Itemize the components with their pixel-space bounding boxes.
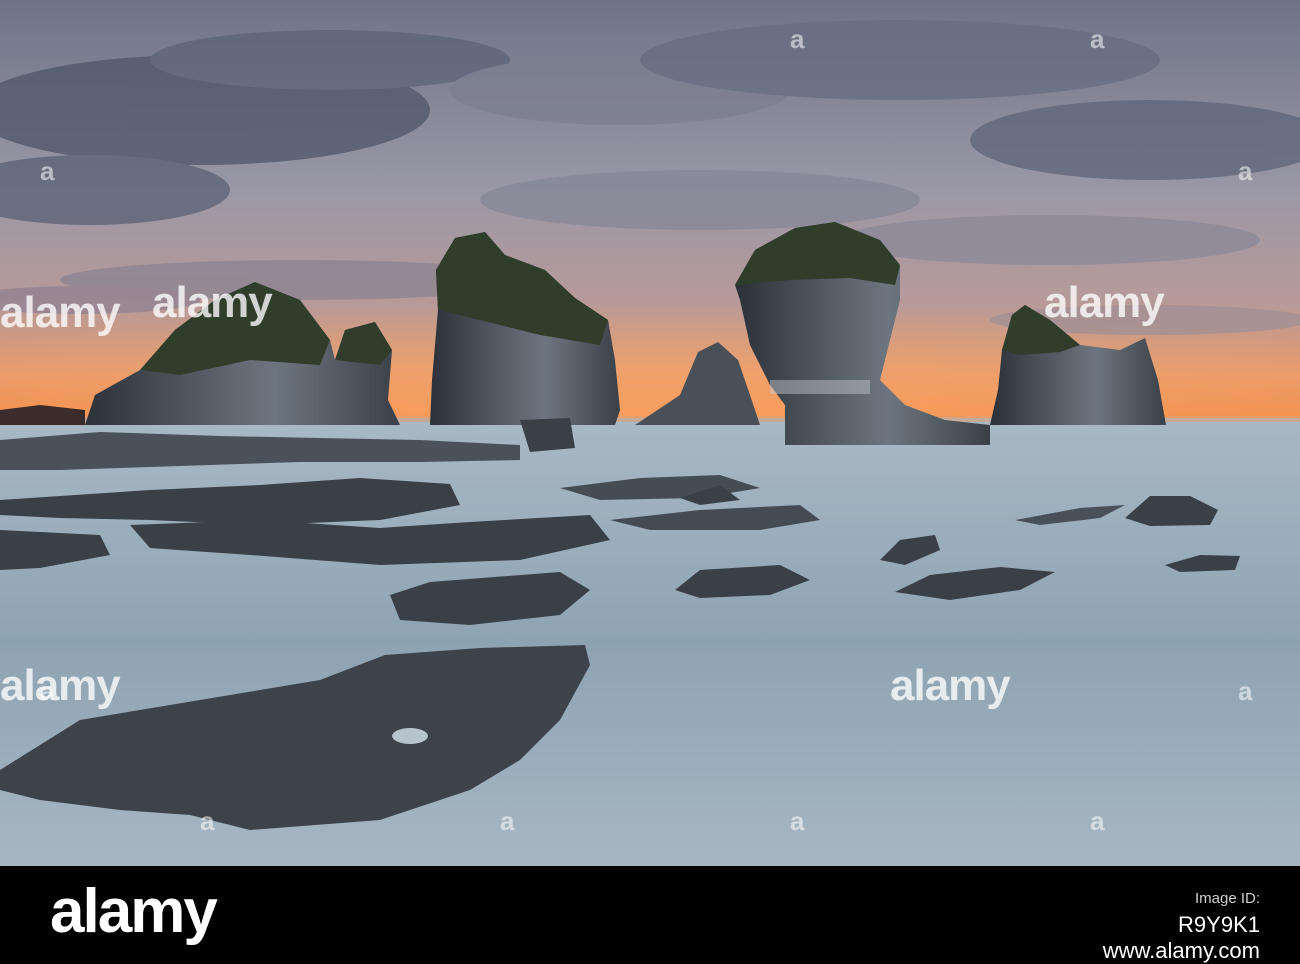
svg-text:a: a bbox=[1238, 156, 1253, 186]
svg-text:a: a bbox=[1090, 806, 1105, 836]
svg-text:a: a bbox=[40, 156, 55, 186]
alamy-logo: alamy bbox=[50, 877, 218, 946]
photo-scene: a a a a a a a a a a alamy alamy alamy al… bbox=[0, 0, 1300, 866]
svg-text:a: a bbox=[1090, 24, 1105, 54]
image-id: R9Y9K1 bbox=[1178, 912, 1260, 937]
svg-text:a: a bbox=[790, 24, 805, 54]
seascape-photo: a a a a a a a a a a bbox=[0, 0, 1300, 866]
image-id-label: Image ID: bbox=[1194, 890, 1260, 907]
image-id-block: Image ID: R9Y9K1 www.alamy.com bbox=[1103, 886, 1260, 964]
watermark-upper-left: alamy bbox=[0, 288, 121, 337]
site-url: www.alamy.com bbox=[1102, 938, 1260, 963]
svg-text:a: a bbox=[1238, 676, 1253, 706]
svg-text:a: a bbox=[200, 806, 215, 836]
watermark-upper-right: alamy bbox=[1044, 278, 1165, 327]
svg-text:a: a bbox=[790, 806, 805, 836]
svg-text:a: a bbox=[500, 806, 515, 836]
watermark-right: alamy bbox=[890, 661, 1011, 710]
watermark-upper-mid: alamy bbox=[152, 278, 273, 327]
watermark-left: alamy bbox=[0, 661, 121, 710]
